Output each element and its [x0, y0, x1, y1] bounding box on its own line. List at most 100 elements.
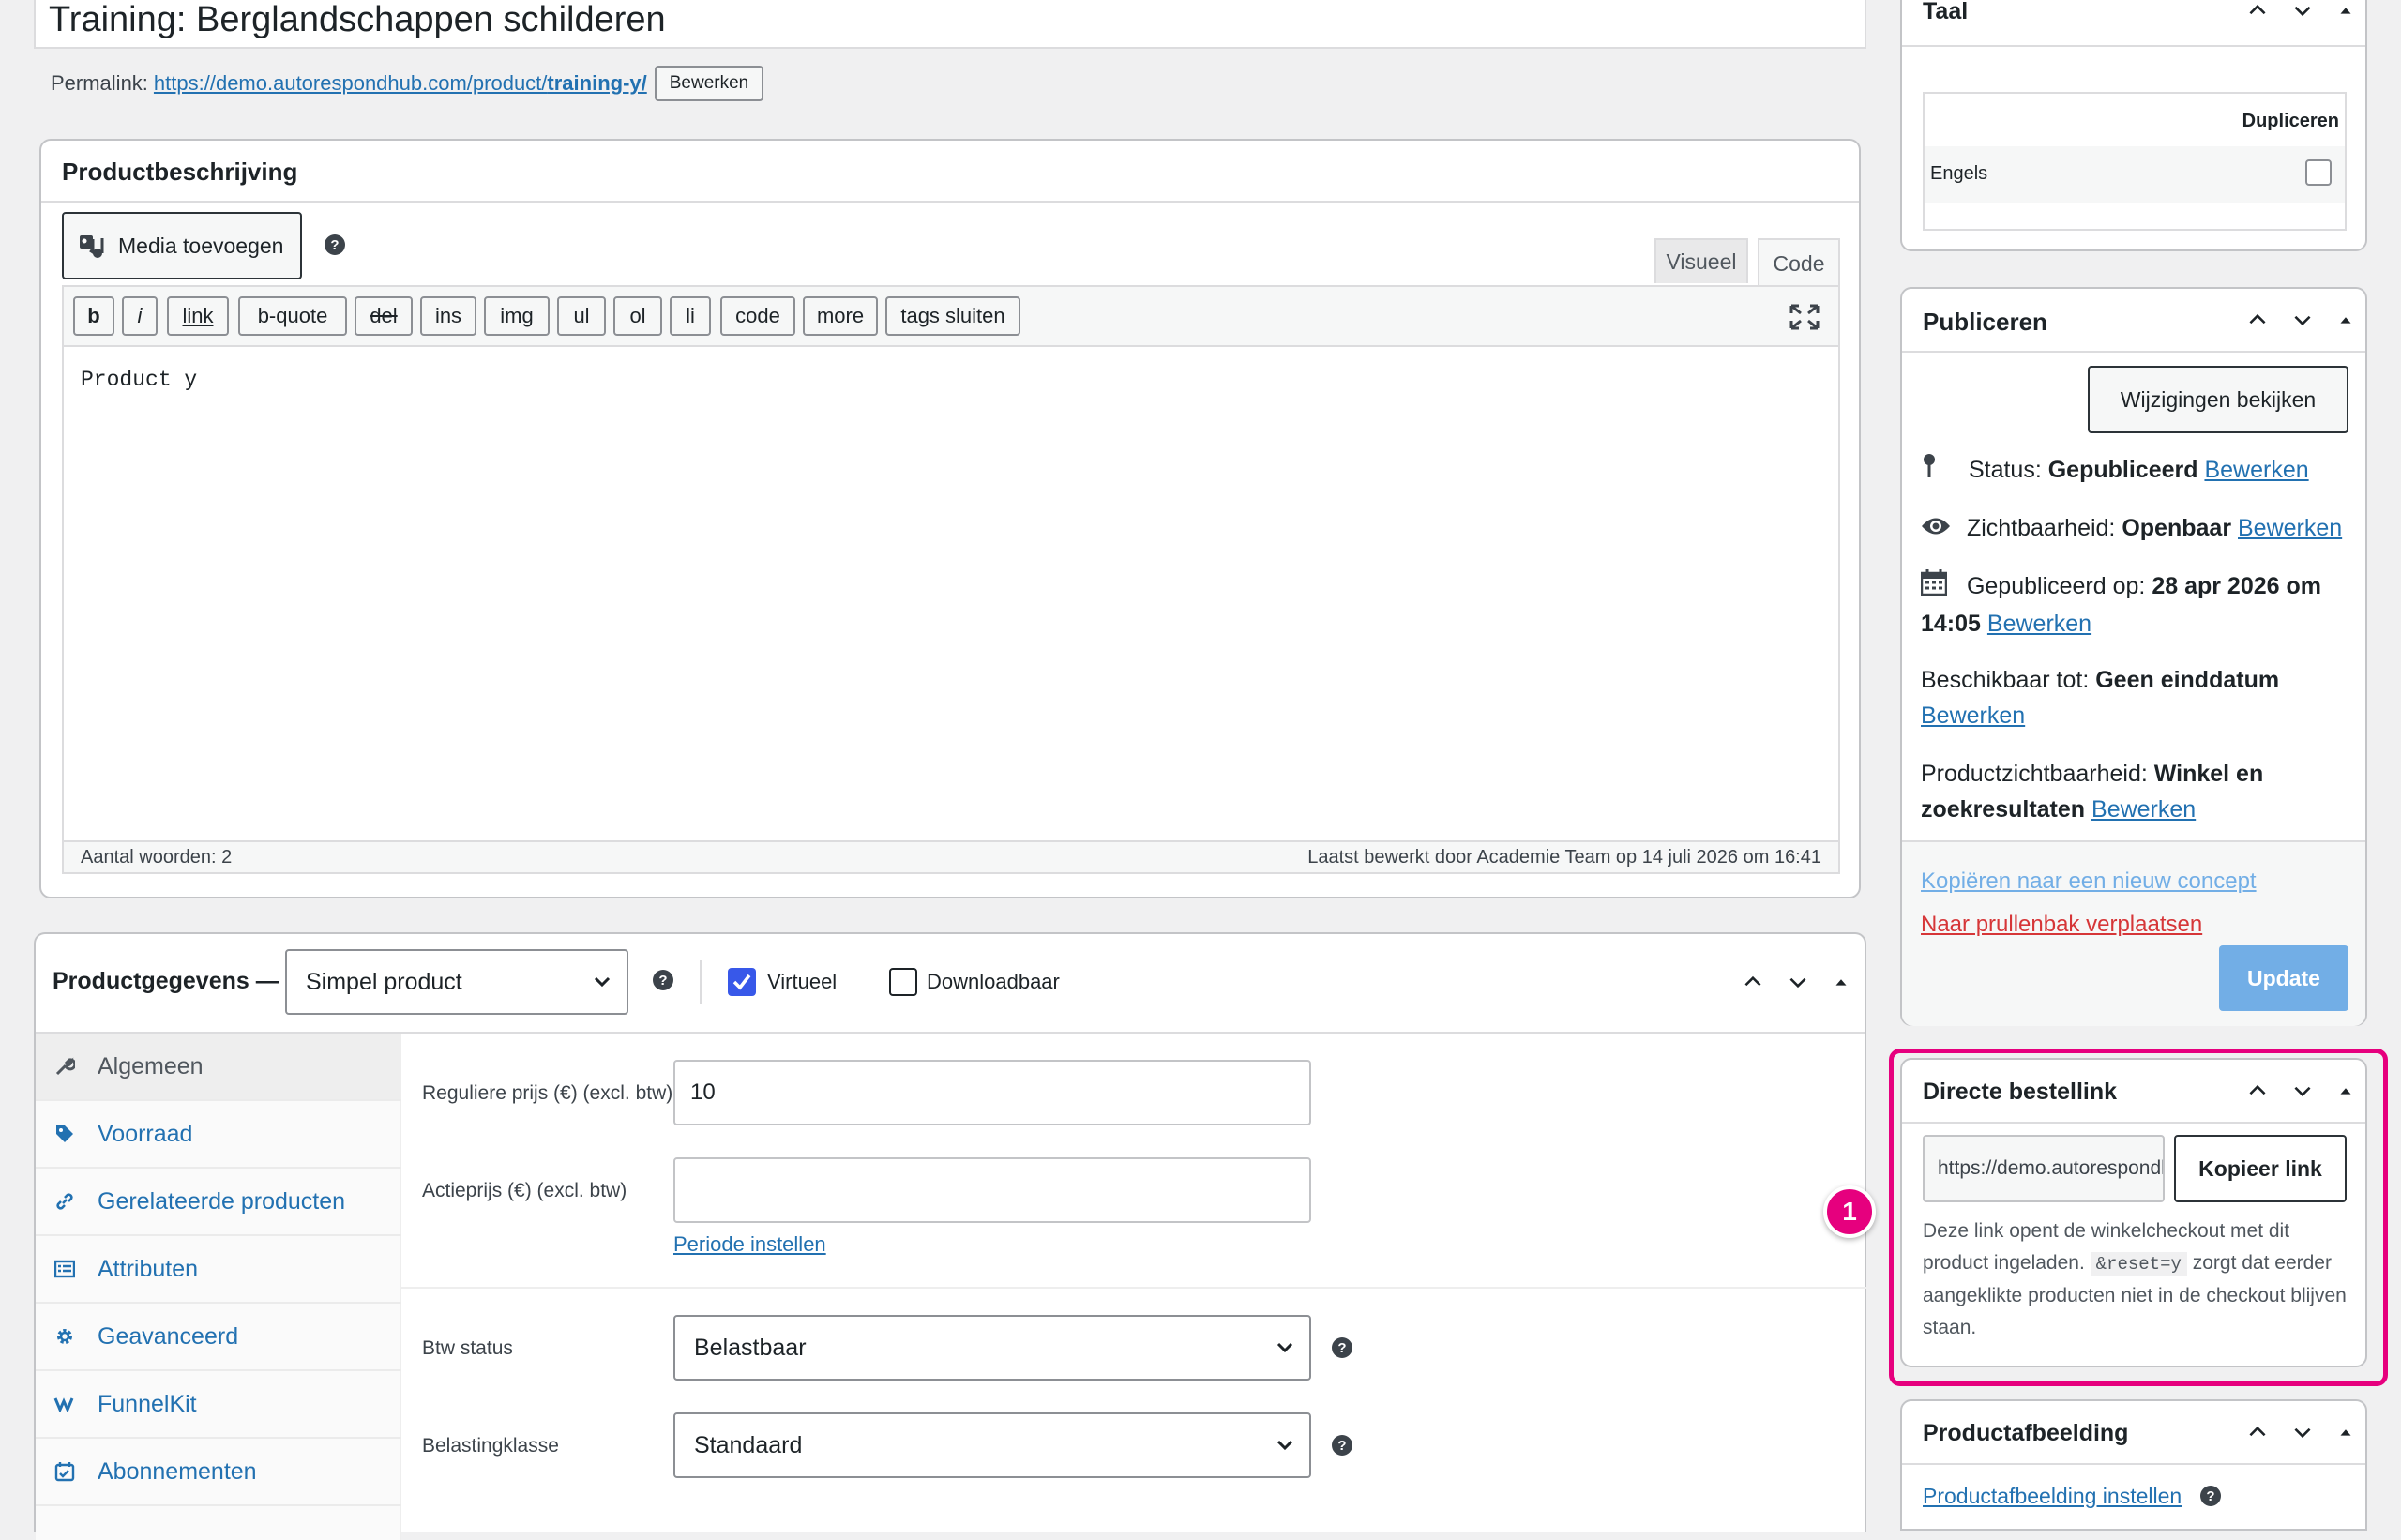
- permalink-row: Permalink: https://demo.autorespondhub.c…: [51, 64, 764, 103]
- product-image-controls: [2245, 1420, 2356, 1444]
- edit-visibility-link[interactable]: Bewerken: [2238, 515, 2342, 541]
- permalink-edit-button[interactable]: Bewerken: [654, 66, 764, 101]
- qt-code-button[interactable]: code: [720, 296, 795, 336]
- language-controls: [2245, 0, 2356, 23]
- product-image-box: Productafbeelding Productafbeelding inst…: [1900, 1399, 2367, 1531]
- set-product-image-link[interactable]: Productafbeelding instellen: [1923, 1484, 2182, 1509]
- editor-textarea[interactable]: Product y: [81, 368, 197, 392]
- qt-italic-button[interactable]: i: [122, 296, 158, 336]
- tax-class-select[interactable]: Standaard: [673, 1412, 1311, 1478]
- language-table: Dupliceren Engels: [1923, 92, 2347, 231]
- sale-price-input[interactable]: [673, 1157, 1311, 1223]
- move-up-icon[interactable]: [1741, 970, 1765, 994]
- move-up-icon[interactable]: [2245, 1420, 2270, 1444]
- downloadable-label: Downloadbaar: [927, 970, 1060, 993]
- move-to-trash-link[interactable]: Naar prullenbak verplaatsen: [1921, 912, 2202, 938]
- preview-changes-button[interactable]: Wijzigingen bekijken: [2088, 366, 2348, 433]
- list-icon: [51, 1260, 79, 1278]
- move-up-icon[interactable]: [2245, 308, 2270, 332]
- publish-actions: Kopiëren naar een nieuw concept Naar pru…: [1902, 840, 2365, 1026]
- help-icon[interactable]: ?: [653, 970, 673, 990]
- tab-general[interactable]: Algemeen: [36, 1034, 401, 1101]
- direct-link-box: Directe bestellink https://demo.autoresp…: [1900, 1058, 2367, 1367]
- qt-close-tags-button[interactable]: tags sluiten: [885, 296, 1020, 336]
- editor-statusbar: Aantal woorden: 2 Laatst bewerkt door Ac…: [64, 840, 1838, 872]
- qt-ins-button[interactable]: ins: [420, 296, 476, 336]
- edit-date-link[interactable]: Bewerken: [1987, 611, 2091, 637]
- tab-funnelkit[interactable]: FunnelKit: [36, 1371, 401, 1439]
- update-button[interactable]: Update: [2219, 945, 2348, 1011]
- qt-ul-button[interactable]: ul: [557, 296, 606, 336]
- help-icon[interactable]: ?: [1332, 1337, 1352, 1358]
- help-icon[interactable]: ?: [2200, 1486, 2221, 1506]
- move-up-icon[interactable]: [2245, 1079, 2270, 1103]
- tab-inventory[interactable]: Voorraad: [36, 1101, 401, 1169]
- tax-status-select[interactable]: Belastbaar: [673, 1315, 1311, 1381]
- fullscreen-icon[interactable]: [1789, 304, 1820, 335]
- qt-img-button[interactable]: img: [484, 296, 550, 336]
- language-row-label: Engels: [1930, 163, 1988, 184]
- qt-del-button[interactable]: del: [355, 296, 413, 336]
- qt-bold-button[interactable]: b: [73, 296, 114, 336]
- qt-li-button[interactable]: li: [670, 296, 711, 336]
- tab-visual[interactable]: Visueel: [1654, 238, 1748, 283]
- move-down-icon[interactable]: [2290, 1079, 2315, 1103]
- tab-linked-products[interactable]: Gerelateerde producten: [36, 1169, 401, 1236]
- product-type-select[interactable]: Simpel product: [285, 949, 628, 1015]
- language-duplicate-checkbox[interactable]: [2305, 159, 2332, 186]
- collapse-icon[interactable]: [2335, 1422, 2356, 1442]
- copy-link-button[interactable]: Kopieer link: [2174, 1135, 2347, 1202]
- move-down-icon[interactable]: [2290, 0, 2315, 23]
- tab-code[interactable]: Code: [1758, 238, 1840, 287]
- sale-price-label: Actieprijs (€) (excl. btw): [422, 1180, 627, 1201]
- edit-catalog-link[interactable]: Bewerken: [2091, 796, 2196, 823]
- collapse-icon[interactable]: [2335, 0, 2356, 21]
- tab-advanced[interactable]: Geavanceerd: [36, 1304, 401, 1371]
- editor-frame: b i link b-quote del ins img ul ol li co…: [62, 285, 1840, 874]
- help-icon[interactable]: ?: [1332, 1435, 1352, 1456]
- tax-class-label: Belastingklasse: [422, 1435, 559, 1457]
- move-up-icon[interactable]: [2245, 0, 2270, 23]
- product-data-tabs: Algemeen Voorraad Gerelateerde producten…: [36, 1034, 401, 1540]
- downloadable-checkbox[interactable]: [889, 968, 917, 996]
- virtual-checkbox[interactable]: [728, 968, 756, 996]
- copy-to-draft-link[interactable]: Kopiëren naar een nieuw concept: [1921, 868, 2257, 895]
- direct-link-url-input[interactable]: https://demo.autorespondhub.com/checkout…: [1923, 1135, 2165, 1202]
- title-input[interactable]: Training: Berglandschappen schilderen: [34, 0, 1866, 49]
- add-media-button[interactable]: Media toevoegen: [62, 212, 302, 279]
- regular-price-input[interactable]: 10: [673, 1060, 1311, 1125]
- calendar-icon: [1920, 568, 1949, 606]
- move-down-icon[interactable]: [2290, 308, 2315, 332]
- media-icon: [77, 231, 107, 261]
- publish-controls: [2245, 308, 2356, 332]
- collapse-icon[interactable]: [1831, 972, 1851, 992]
- pin-icon: [1921, 453, 1945, 490]
- collapse-icon[interactable]: [2335, 1080, 2356, 1101]
- permalink-url[interactable]: https://demo.autorespondhub.com/product/…: [154, 71, 647, 96]
- tab-attributes[interactable]: Attributen: [36, 1236, 401, 1304]
- help-icon[interactable]: ?: [325, 234, 345, 255]
- publish-title: Publiceren: [1923, 308, 2047, 336]
- edit-status-link[interactable]: Bewerken: [2204, 457, 2308, 483]
- language-box: Taal Dupliceren Engels: [1900, 0, 2367, 251]
- qt-bquote-button[interactable]: b-quote: [238, 296, 347, 336]
- language-title: Taal: [1923, 0, 1969, 24]
- move-down-icon[interactable]: [2290, 1420, 2315, 1444]
- publish-box: Publiceren Wijzigingen bekijken Status: …: [1900, 287, 2367, 1026]
- qt-ol-button[interactable]: ol: [613, 296, 662, 336]
- collapse-icon[interactable]: [2335, 310, 2356, 330]
- move-down-icon[interactable]: [1786, 970, 1810, 994]
- eye-icon: [1921, 511, 1951, 547]
- edit-available-link[interactable]: Bewerken: [1921, 702, 2025, 729]
- gear-icon: [51, 1326, 79, 1347]
- funnelkit-icon: [51, 1396, 79, 1412]
- title-value: Training: Berglandschappen schilderen: [49, 0, 666, 39]
- link-icon: [51, 1191, 79, 1212]
- wrench-icon: [51, 1056, 79, 1077]
- tab-subscriptions[interactable]: Abonnementen: [36, 1439, 401, 1506]
- schedule-link[interactable]: Periode instellen: [673, 1232, 826, 1257]
- qt-link-button[interactable]: link: [167, 296, 229, 336]
- product-image-title: Productafbeelding: [1923, 1420, 2129, 1446]
- qt-more-button[interactable]: more: [803, 296, 878, 336]
- tag-icon: [51, 1124, 79, 1144]
